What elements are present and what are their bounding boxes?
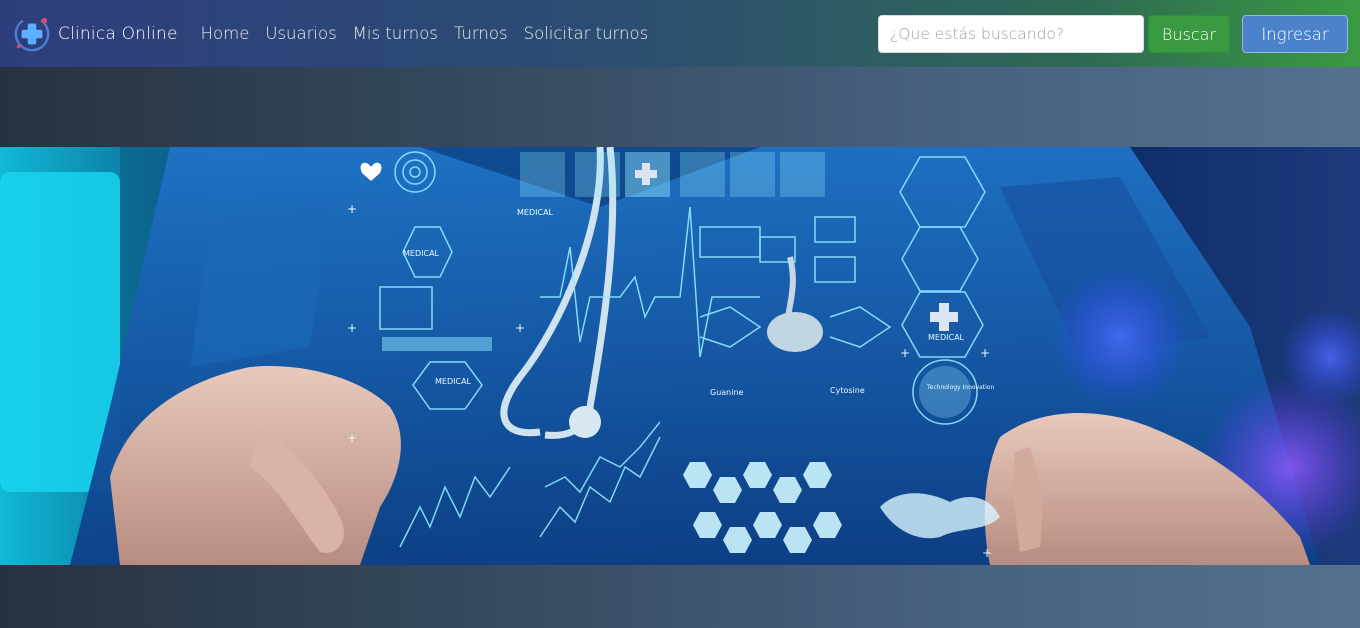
nav-solicitar-turnos[interactable]: Solicitar turnos [516, 24, 657, 43]
top-navbar: Clinica Online Home Usuarios Mis turnos … [0, 0, 1360, 67]
nav-turnos[interactable]: Turnos [446, 24, 516, 43]
search-button[interactable]: Buscar [1148, 15, 1230, 53]
brand[interactable]: Clinica Online [13, 15, 178, 53]
nav-mis-turnos[interactable]: Mis turnos [345, 24, 446, 43]
hologram-label-medical-4: MEDICAL [928, 333, 965, 342]
hologram-label-guanine: Guanine [710, 388, 744, 397]
hologram-label-medical-2: MEDICAL [435, 377, 472, 386]
hologram-label-cytosine: Cytosine [830, 386, 865, 395]
svg-text:+: + [900, 346, 910, 360]
search-input[interactable] [878, 15, 1144, 53]
hologram-label-technology: Technology Innovation [926, 384, 994, 391]
svg-text:+: + [347, 321, 357, 335]
login-button[interactable]: Ingresar [1242, 15, 1348, 53]
brand-name: Clinica Online [58, 23, 178, 44]
hero-image: + + + + + + + MEDICAL MEDICAL MEDICAL ME… [0, 147, 1360, 565]
hero-banner: + + + + + + + MEDICAL MEDICAL MEDICAL ME… [0, 147, 1360, 565]
svg-text:+: + [980, 346, 990, 360]
svg-text:+: + [515, 321, 525, 335]
nav-usuarios[interactable]: Usuarios [257, 24, 344, 43]
hologram-label-medical-3: MEDICAL [517, 208, 554, 217]
svg-text:+: + [347, 431, 357, 445]
svg-text:+: + [982, 546, 992, 560]
nav-links: Home Usuarios Mis turnos Turnos Solicita… [201, 24, 657, 43]
hologram-label-medical-1: MEDICAL [403, 249, 440, 258]
search-form: Buscar [878, 15, 1230, 53]
svg-text:+: + [347, 202, 357, 216]
medical-cross-icon [14, 16, 50, 51]
nav-home[interactable]: Home [201, 24, 258, 43]
